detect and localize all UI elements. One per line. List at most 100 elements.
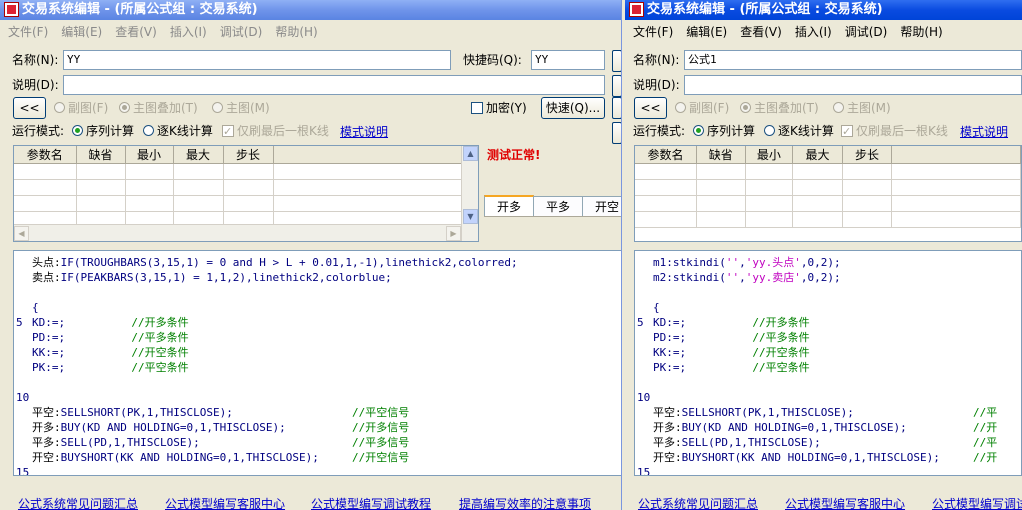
mode-help-link[interactable]: 模式说明	[340, 124, 388, 140]
desc-input[interactable]	[684, 75, 1022, 95]
code-line[interactable]: 5 KD:=; //开多条件	[635, 315, 810, 330]
link-support[interactable]: 公式模型编写客服中心	[785, 496, 905, 510]
mode-last-bar-checkbox[interactable]: 仅刷最后一根K线	[841, 122, 948, 141]
side-button-4[interactable]	[612, 122, 621, 144]
code-token: 'yy.头点'	[745, 256, 801, 269]
radio-main-overlay[interactable]: 主图叠加(T)	[119, 99, 198, 117]
side-button-3[interactable]	[612, 97, 621, 119]
menubar: 文件(F) 编辑(E) 查看(V) 插入(I) 调试(D) 帮助(H)	[0, 22, 323, 42]
code-line[interactable]: PD:=; //平多条件	[14, 330, 189, 345]
code-line[interactable]: {	[635, 300, 660, 315]
menu-insert[interactable]: 插入(I)	[165, 22, 212, 42]
code-line[interactable]: m2:stkindi('','yy.卖店',0,2);	[635, 270, 841, 285]
code-line[interactable]: KK:=; //开空条件	[635, 345, 810, 360]
collapse-button[interactable]: <<	[13, 97, 46, 119]
code-line[interactable]: 平空:SELLSHORT(PK,1,THISCLOSE); //平	[635, 405, 997, 420]
code-line[interactable]: 平多:SELL(PD,1,THISCLOSE); //平	[635, 435, 997, 450]
code-line[interactable]: 开空:BUYSHORT(KK AND HOLDING=0,1,THISCLOSE…	[14, 450, 409, 465]
code-line[interactable]: 5 KD:=; //开多条件	[14, 315, 189, 330]
scroll-down-icon[interactable]: ▼	[463, 209, 478, 224]
code-editor[interactable]: m1:stkindi('','yy.头点',0,2); m2:stkindi(''…	[634, 250, 1022, 476]
param-row[interactable]	[14, 179, 464, 196]
side-button-1[interactable]	[612, 50, 621, 72]
scroll-up-icon[interactable]: ▲	[463, 146, 478, 161]
param-hscroll[interactable]: ◀ ▶	[14, 224, 461, 241]
code-line[interactable]: 开多:BUY(KD AND HOLDING=0,1,THISCLOSE); //…	[635, 420, 997, 435]
code-line[interactable]: m1:stkindi('','yy.头点',0,2);	[635, 255, 841, 270]
param-row[interactable]	[635, 179, 1021, 196]
menu-view[interactable]: 查看(V)	[735, 22, 787, 42]
menu-help[interactable]: 帮助(H)	[270, 22, 322, 42]
name-input[interactable]: YY	[63, 50, 451, 70]
quick-button[interactable]: 快速(Q)...	[541, 97, 605, 119]
code-line[interactable]	[14, 375, 32, 390]
radio-subchart[interactable]: 副图(F)	[675, 99, 729, 117]
menu-insert[interactable]: 插入(I)	[790, 22, 837, 42]
collapse-button[interactable]: <<	[634, 97, 667, 119]
param-row[interactable]	[14, 163, 464, 180]
code-line[interactable]: 平多:SELL(PD,1,THISCLOSE); //平多信号	[14, 435, 409, 450]
menu-debug[interactable]: 调试(D)	[840, 22, 893, 42]
scroll-left-icon[interactable]: ◀	[14, 226, 29, 241]
link-faq[interactable]: 公式系统常见问题汇总	[638, 496, 758, 510]
param-row[interactable]	[635, 163, 1021, 180]
mode-sequence-radio[interactable]: 序列计算	[72, 122, 134, 140]
radio-main-overlay[interactable]: 主图叠加(T)	[740, 99, 819, 117]
code-line[interactable]: PD:=; //平多条件	[635, 330, 810, 345]
link-support[interactable]: 公式模型编写客服中心	[165, 496, 285, 510]
code-line[interactable]: 15	[14, 465, 32, 475]
param-row[interactable]	[635, 211, 1021, 228]
scroll-right-icon[interactable]: ▶	[446, 226, 461, 241]
mode-last-bar-checkbox[interactable]: 仅刷最后一根K线	[222, 122, 329, 141]
code-token: m1:stkindi(	[653, 256, 726, 269]
menu-edit[interactable]: 编辑(E)	[681, 22, 732, 42]
code-token: //平	[973, 436, 998, 449]
code-line[interactable]: PK:=; //平空条件	[635, 360, 810, 375]
code-line[interactable]: 卖点:IF(PEAKBARS(3,15,1) = 1,1,2),linethic…	[14, 270, 392, 285]
code-line[interactable]: 10	[14, 390, 32, 405]
mode-help-link[interactable]: 模式说明	[960, 124, 1008, 140]
link-efficiency[interactable]: 提高编写效率的注意事项	[459, 496, 591, 510]
code-line[interactable]: 平空:SELLSHORT(PK,1,THISCLOSE); //平空信号	[14, 405, 409, 420]
code-line[interactable]: 头点:IF(TROUGHBARS(3,15,1) = 0 and H > L +…	[14, 255, 518, 270]
menu-edit[interactable]: 编辑(E)	[56, 22, 107, 42]
side-button-2[interactable]	[612, 75, 621, 97]
radio-main-chart[interactable]: 主图(M)	[833, 99, 891, 117]
link-tutorial[interactable]: 公式模型编写调试教程	[311, 496, 431, 510]
code-line[interactable]: 15	[635, 465, 653, 475]
link-faq[interactable]: 公式系统常见问题汇总	[18, 496, 138, 510]
menu-file[interactable]: 文件(F)	[3, 22, 53, 42]
mode-per-bar-radio[interactable]: 逐K线计算	[764, 122, 834, 140]
tab-open-long[interactable]: 开多	[484, 195, 535, 216]
mode-sequence-radio[interactable]: 序列计算	[693, 122, 755, 140]
param-row[interactable]	[635, 195, 1021, 212]
name-input[interactable]: 公式1	[684, 50, 1022, 70]
hotkey-input[interactable]: YY	[531, 50, 605, 70]
code-line[interactable]: PK:=; //平空条件	[14, 360, 189, 375]
code-line[interactable]	[14, 285, 32, 300]
code-line[interactable]: {	[14, 300, 39, 315]
link-tutorial[interactable]: 公式模型编写调试	[932, 496, 1022, 510]
checkbox-icon	[841, 123, 853, 141]
code-line[interactable]: KK:=; //开空条件	[14, 345, 189, 360]
code-line[interactable]: 开空:BUYSHORT(KK AND HOLDING=0,1,THISCLOSE…	[635, 450, 997, 465]
radio-subchart[interactable]: 副图(F)	[54, 99, 108, 117]
tab-close-long[interactable]: 平多	[533, 196, 584, 217]
menu-help[interactable]: 帮助(H)	[895, 22, 947, 42]
code-line[interactable]: 10	[635, 390, 653, 405]
encrypt-checkbox[interactable]: 加密(Y)	[471, 99, 527, 117]
param-row[interactable]	[14, 195, 464, 212]
menu-view[interactable]: 查看(V)	[110, 22, 162, 42]
tab-open-short[interactable]: 开空	[582, 196, 621, 217]
code-line[interactable]: 开多:BUY(KD AND HOLDING=0,1,THISCLOSE); //…	[14, 420, 409, 435]
menu-debug[interactable]: 调试(D)	[215, 22, 268, 42]
code-editor[interactable]: 头点:IF(TROUGHBARS(3,15,1) = 0 and H > L +…	[13, 250, 621, 476]
mode-per-bar-radio[interactable]: 逐K线计算	[143, 122, 213, 140]
window-title: 交易系统编辑 - (所属公式组 : 交易系统)	[647, 2, 883, 17]
param-vscroll[interactable]: ▲ ▼	[461, 146, 478, 241]
code-line[interactable]	[635, 375, 653, 390]
desc-input[interactable]	[63, 75, 605, 95]
code-line[interactable]	[635, 285, 653, 300]
radio-main-chart[interactable]: 主图(M)	[212, 99, 270, 117]
menu-file[interactable]: 文件(F)	[628, 22, 678, 42]
